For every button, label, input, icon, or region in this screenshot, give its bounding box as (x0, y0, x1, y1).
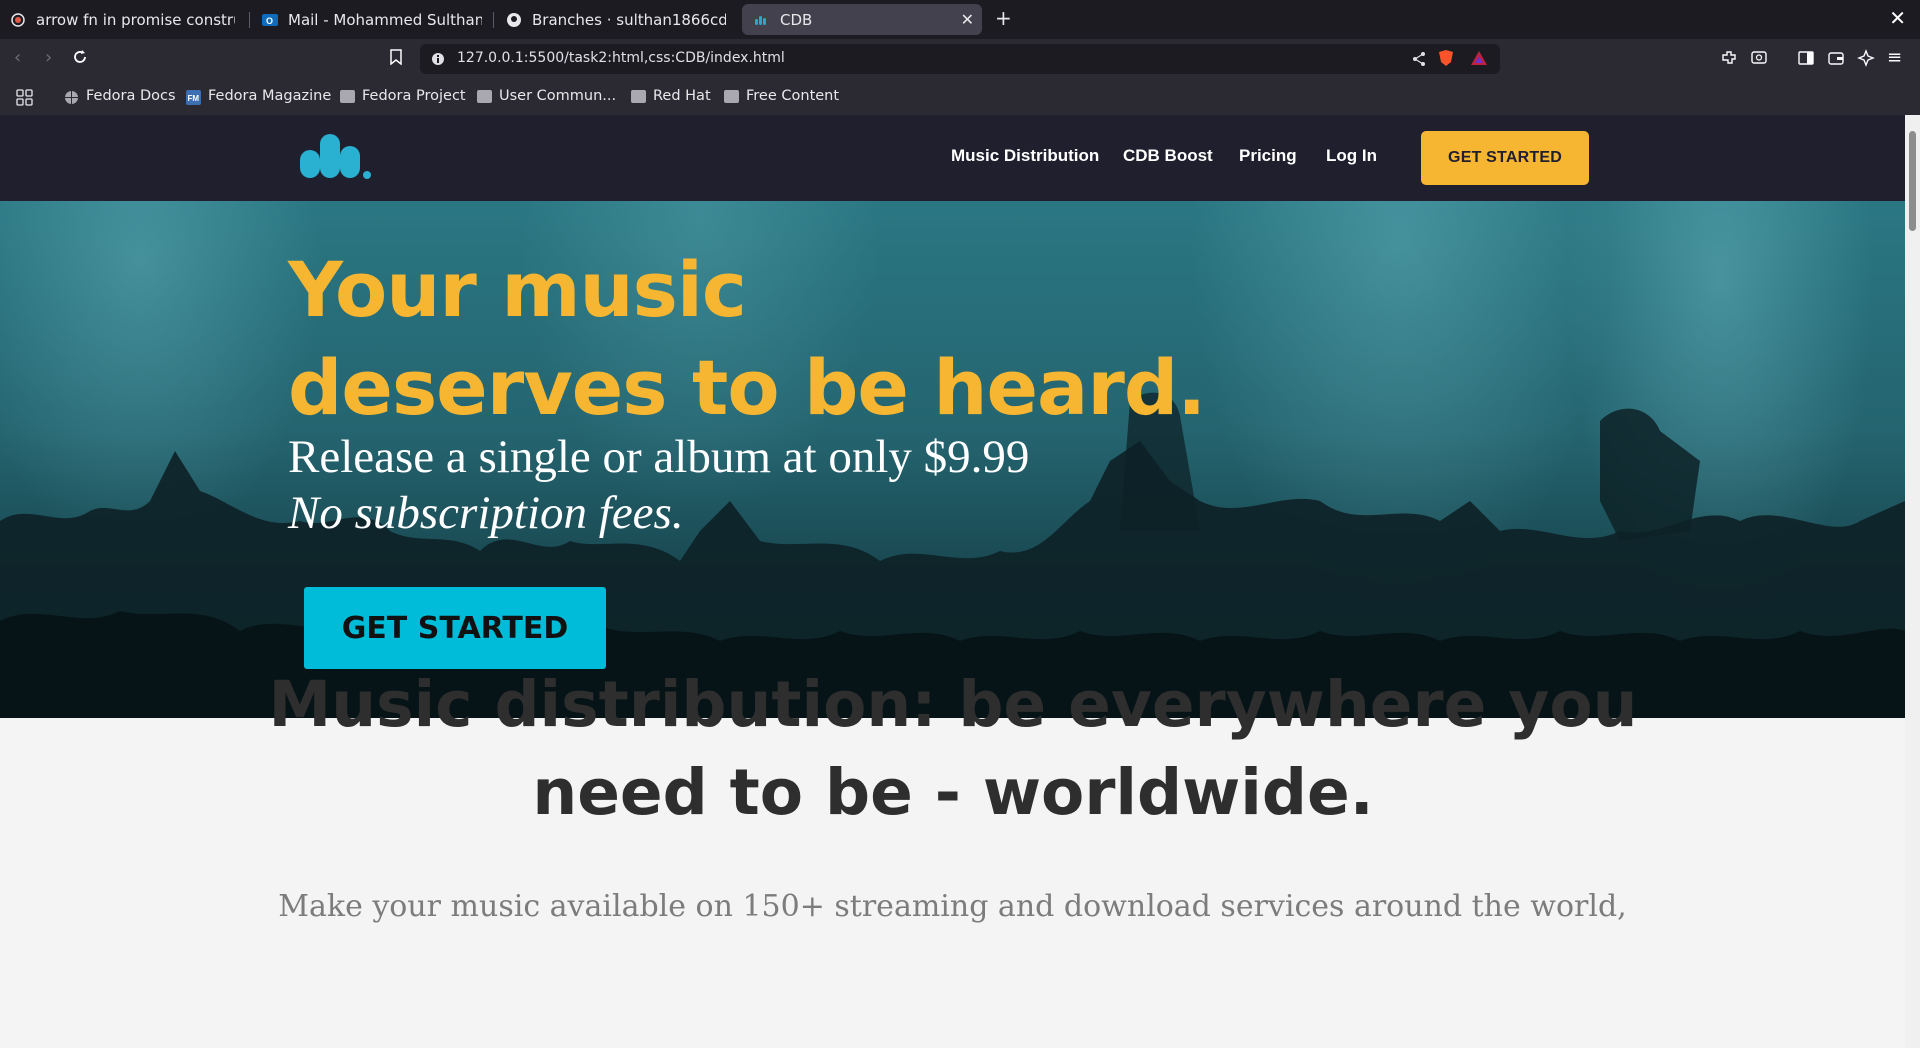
cdb-logo[interactable] (298, 130, 374, 186)
bookmark-label: Fedora Magazine (208, 88, 332, 104)
site-info-icon[interactable] (430, 51, 446, 71)
forward-icon[interactable]: › (45, 47, 52, 68)
brave-shield-icon[interactable] (1438, 49, 1454, 71)
scrollbar-thumb[interactable] (1909, 131, 1916, 231)
hero-title-line2: deserves to be heard. (288, 343, 1206, 432)
bookmark-icon[interactable] (390, 49, 402, 70)
bookmark-fedora-docs[interactable]: Fedora Docs (64, 88, 176, 104)
folder-icon (631, 89, 646, 103)
reload-icon[interactable] (72, 47, 88, 70)
bookmark-label: Red Hat (653, 88, 711, 104)
bookmark-label: User Commun... (499, 88, 617, 104)
bookmark-red-hat[interactable]: Red Hat (631, 88, 711, 104)
leo-ai-icon[interactable] (1857, 49, 1875, 72)
share-icon[interactable] (1412, 51, 1426, 71)
sidebar-icon[interactable] (1797, 49, 1815, 72)
nav-cdb-boost[interactable]: CDB Boost (1123, 146, 1213, 166)
tab-separator (493, 12, 494, 28)
tab-label: Mail - Mohammed Sulthan ka (288, 10, 482, 29)
browser-toolbar: ‹ › 127.0.0.1:5500/task2:html,css:CDB/in… (0, 39, 1920, 79)
bookmarks-bar: Fedora Docs FM Fedora Magazine Fedora Pr… (0, 79, 1920, 116)
tab-label: arrow fn in promise construct (36, 10, 235, 29)
window-close-icon[interactable]: ✕ (1889, 6, 1906, 30)
nav-music-distribution[interactable]: Music Distribution (951, 146, 1099, 166)
nav-pricing[interactable]: Pricing (1239, 146, 1297, 166)
nav-log-in[interactable]: Log In (1326, 146, 1377, 166)
tab-cdb[interactable]: CDB ✕ (742, 4, 982, 35)
tab-separator (249, 12, 250, 28)
cdb-icon (754, 12, 770, 28)
close-tab-icon[interactable]: ✕ (961, 10, 974, 29)
back-icon[interactable]: ‹ (14, 47, 21, 68)
hero-section: Your music deserves to be heard. Release… (0, 201, 1905, 718)
extensions-icon[interactable] (1720, 49, 1738, 72)
hero-title-line1: Your music (288, 245, 747, 334)
hero-subtitle: Release a single or album at only $9.99 (288, 431, 1030, 483)
address-bar[interactable]: 127.0.0.1:5500/task2:html,css:CDB/index.… (420, 44, 1500, 74)
section-title: Music distribution: be everywhere you ne… (250, 661, 1656, 837)
outlook-icon: O (262, 12, 278, 28)
tab-label: Branches · sulthan1866cd/we (532, 10, 726, 29)
svg-text:O: O (266, 16, 273, 26)
bookmark-label: Fedora Project (362, 88, 466, 104)
header-get-started-button[interactable]: GET STARTED (1421, 131, 1589, 185)
folder-icon (724, 89, 739, 103)
bookmark-fedora-magazine[interactable]: FM Fedora Magazine (186, 88, 332, 105)
bookmark-user-community[interactable]: User Commun... (477, 88, 616, 104)
menu-icon[interactable]: ≡ (1887, 47, 1902, 68)
tab-mail[interactable]: O Mail - Mohammed Sulthan ka (262, 4, 482, 35)
browser-tab-bar: arrow fn in promise construct O Mail - M… (0, 0, 1920, 39)
hero-get-started-button[interactable]: GET STARTED (304, 587, 606, 669)
apps-grid-icon[interactable] (16, 89, 33, 110)
section-title-line1: Music distribution: be everywhere you (268, 668, 1638, 741)
section-description: Make your music available on 150+ stream… (278, 889, 1627, 924)
bookmark-free-content[interactable]: Free Content (724, 88, 839, 104)
folder-icon (340, 89, 355, 103)
brave-rewards-icon[interactable] (1470, 50, 1488, 70)
recording-icon (10, 12, 26, 28)
tab-arrow-fn[interactable]: arrow fn in promise construct (10, 4, 235, 35)
url-text: 127.0.0.1:5500/task2:html,css:CDB/index.… (457, 50, 785, 66)
bookmark-fedora-project[interactable]: Fedora Project (340, 88, 466, 104)
fm-icon: FM (186, 89, 201, 105)
reader-icon[interactable] (1750, 49, 1768, 72)
web-page: Music Distribution CDB Boost Pricing Log… (0, 115, 1905, 1048)
wallet-icon[interactable] (1827, 49, 1845, 72)
page-scrollbar[interactable] (1905, 115, 1920, 1048)
github-icon (506, 12, 522, 28)
globe-icon (64, 90, 79, 104)
hero-subtitle-italic: No subscription fees. (288, 487, 684, 539)
section-title-line2: need to be - worldwide. (532, 756, 1374, 829)
site-header: Music Distribution CDB Boost Pricing Log… (0, 115, 1905, 201)
bookmark-label: Free Content (746, 88, 840, 104)
tab-github[interactable]: Branches · sulthan1866cd/we (506, 4, 726, 35)
new-tab-icon[interactable]: + (995, 6, 1012, 30)
svg-text:FM: FM (188, 94, 200, 103)
hero-title: Your music deserves to be heard. (288, 241, 1206, 437)
bookmark-label: Fedora Docs (86, 88, 176, 104)
tab-label: CDB (780, 10, 813, 29)
folder-icon (477, 89, 492, 103)
